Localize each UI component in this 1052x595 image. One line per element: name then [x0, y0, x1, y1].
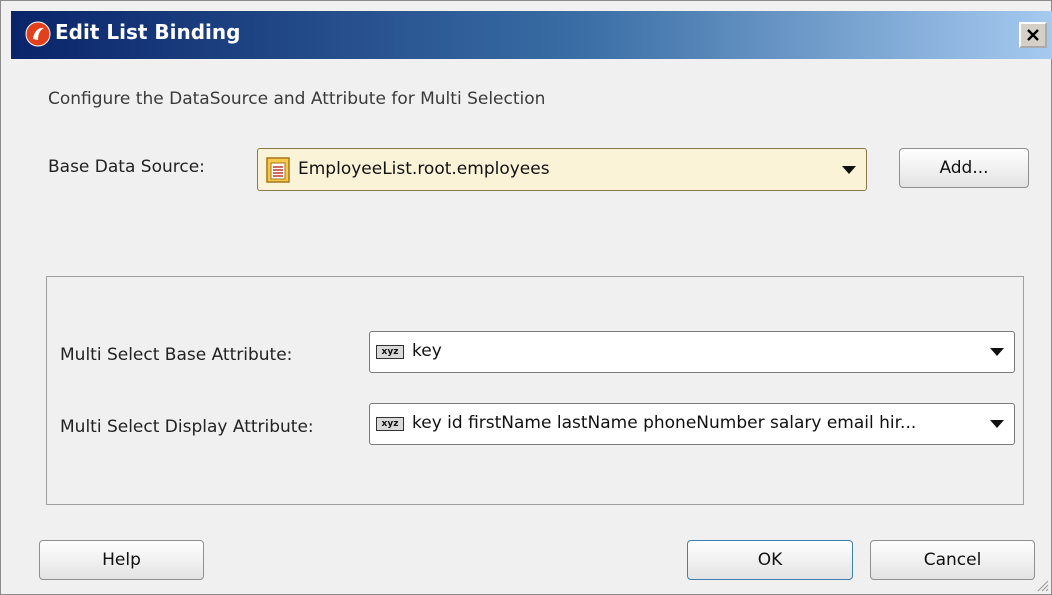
close-icon: [1027, 29, 1039, 41]
title-bar: Edit List Binding: [11, 11, 1052, 59]
cancel-button-label: Cancel: [923, 550, 982, 570]
chevron-down-icon: [842, 165, 856, 174]
base-data-source-label: Base Data Source:: [48, 157, 205, 177]
multi-select-base-attribute-label-text: Multi Select Base Attribute:: [60, 345, 293, 365]
chevron-down-icon: [990, 420, 1004, 428]
multi-select-base-attribute-label: Multi Select Base Attribute:: [60, 345, 292, 365]
help-button[interactable]: Help: [39, 540, 204, 580]
base-data-source-combo[interactable]: EmployeeList.root.employees: [257, 148, 867, 191]
instructions-text: Configure the DataSource and Attribute f…: [48, 89, 546, 109]
edit-list-binding-dialog: Edit List Binding Configure the DataSour…: [0, 0, 1052, 595]
ok-button[interactable]: OK: [687, 540, 853, 580]
add-button[interactable]: Add...: [899, 148, 1029, 188]
resize-grip-icon[interactable]: [1035, 578, 1049, 592]
base-data-source-label-text: Base Data Source:: [48, 157, 205, 177]
attribute-xyz-icon: xyz: [376, 417, 404, 431]
multi-select-display-attribute-label-text: Multi Select Display Attribute:: [60, 417, 314, 437]
cancel-button[interactable]: Cancel: [870, 540, 1035, 580]
chevron-down-icon: [990, 348, 1004, 356]
help-button-label: Help: [102, 550, 141, 570]
close-button[interactable]: [1019, 22, 1047, 48]
ok-button-label: OK: [757, 550, 783, 570]
datasource-icon: [266, 157, 290, 187]
multi-select-base-attribute-value: key: [412, 341, 442, 361]
app-icon: [25, 21, 51, 47]
window-title: Edit List Binding: [55, 20, 241, 44]
attribute-group-panel: Multi Select Base Attribute: xyz key Mul…: [46, 276, 1024, 505]
attribute-xyz-icon: xyz: [376, 345, 404, 359]
multi-select-display-attribute-value: key id firstName lastName phoneNumber sa…: [412, 413, 917, 433]
multi-select-display-attribute-combo[interactable]: xyz key id firstName lastName phoneNumbe…: [369, 403, 1015, 445]
base-data-source-value: EmployeeList.root.employees: [298, 159, 550, 179]
multi-select-base-attribute-combo[interactable]: xyz key: [369, 331, 1015, 373]
add-button-label: Add...: [939, 158, 989, 178]
multi-select-display-attribute-label: Multi Select Display Attribute:: [60, 417, 314, 437]
